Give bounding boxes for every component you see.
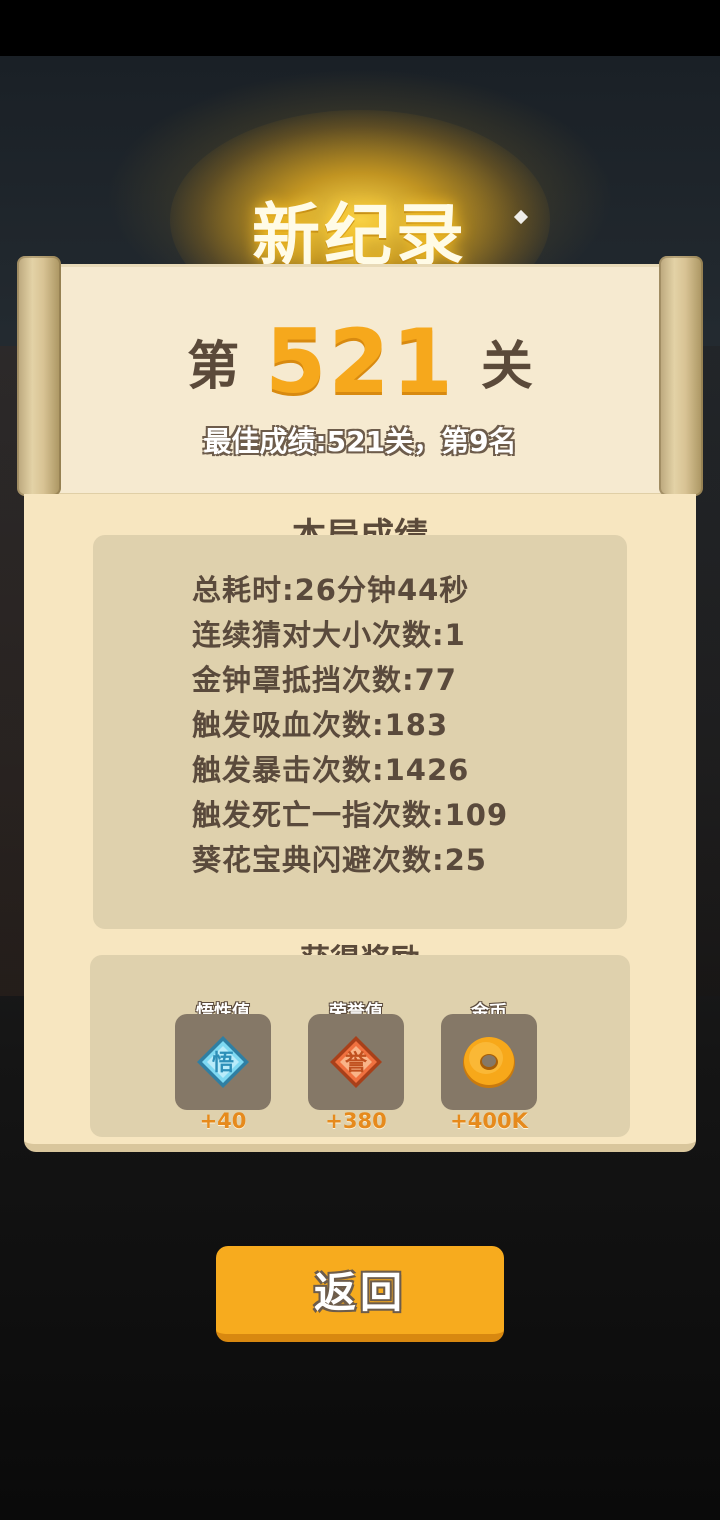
reward-honor[interactable]: 荣誉值 誉 +380 xyxy=(308,998,404,1148)
level-suffix: 关 xyxy=(480,337,533,397)
wuxing-glyph: 悟 xyxy=(212,1051,234,1076)
reward-amount: +40 xyxy=(199,1109,247,1133)
reward-tile: 誉 xyxy=(308,1014,404,1110)
reward-amount: +400K xyxy=(450,1109,528,1133)
return-button[interactable]: 返回 xyxy=(216,1246,504,1342)
honor-glyph: 誉 xyxy=(345,1050,368,1076)
reward-gold[interactable]: 金币 +400K xyxy=(441,998,537,1148)
best-score: 最佳成绩:521关，第9名 xyxy=(203,425,517,458)
honor-diamond-icon: 誉 xyxy=(328,1034,384,1090)
gold-coin-icon xyxy=(461,1034,517,1090)
stat-line: 总耗时:26分钟44秒 xyxy=(192,573,470,607)
stat-line: 触发吸血次数:183 xyxy=(192,708,449,742)
stat-line: 金钟罩抵挡次数:77 xyxy=(192,663,457,697)
reward-amount: +380 xyxy=(325,1109,387,1133)
level-display: 第 521 关 xyxy=(0,310,720,413)
level-prefix: 第 xyxy=(187,337,240,397)
reward-wuxing[interactable]: 悟性值 悟 +40 xyxy=(175,998,271,1148)
stat-line: 触发暴击次数:1426 xyxy=(192,753,470,787)
wuxing-diamond-icon: 悟 xyxy=(195,1034,251,1090)
stat-line: 葵花宝典闪避次数:25 xyxy=(192,843,487,877)
reward-tile: 悟 xyxy=(175,1014,271,1110)
stat-line: 触发死亡一指次数:109 xyxy=(192,798,509,832)
reward-tile xyxy=(441,1014,537,1110)
stat-line: 连续猜对大小次数:1 xyxy=(192,618,466,652)
level-number: 521 xyxy=(265,310,455,413)
